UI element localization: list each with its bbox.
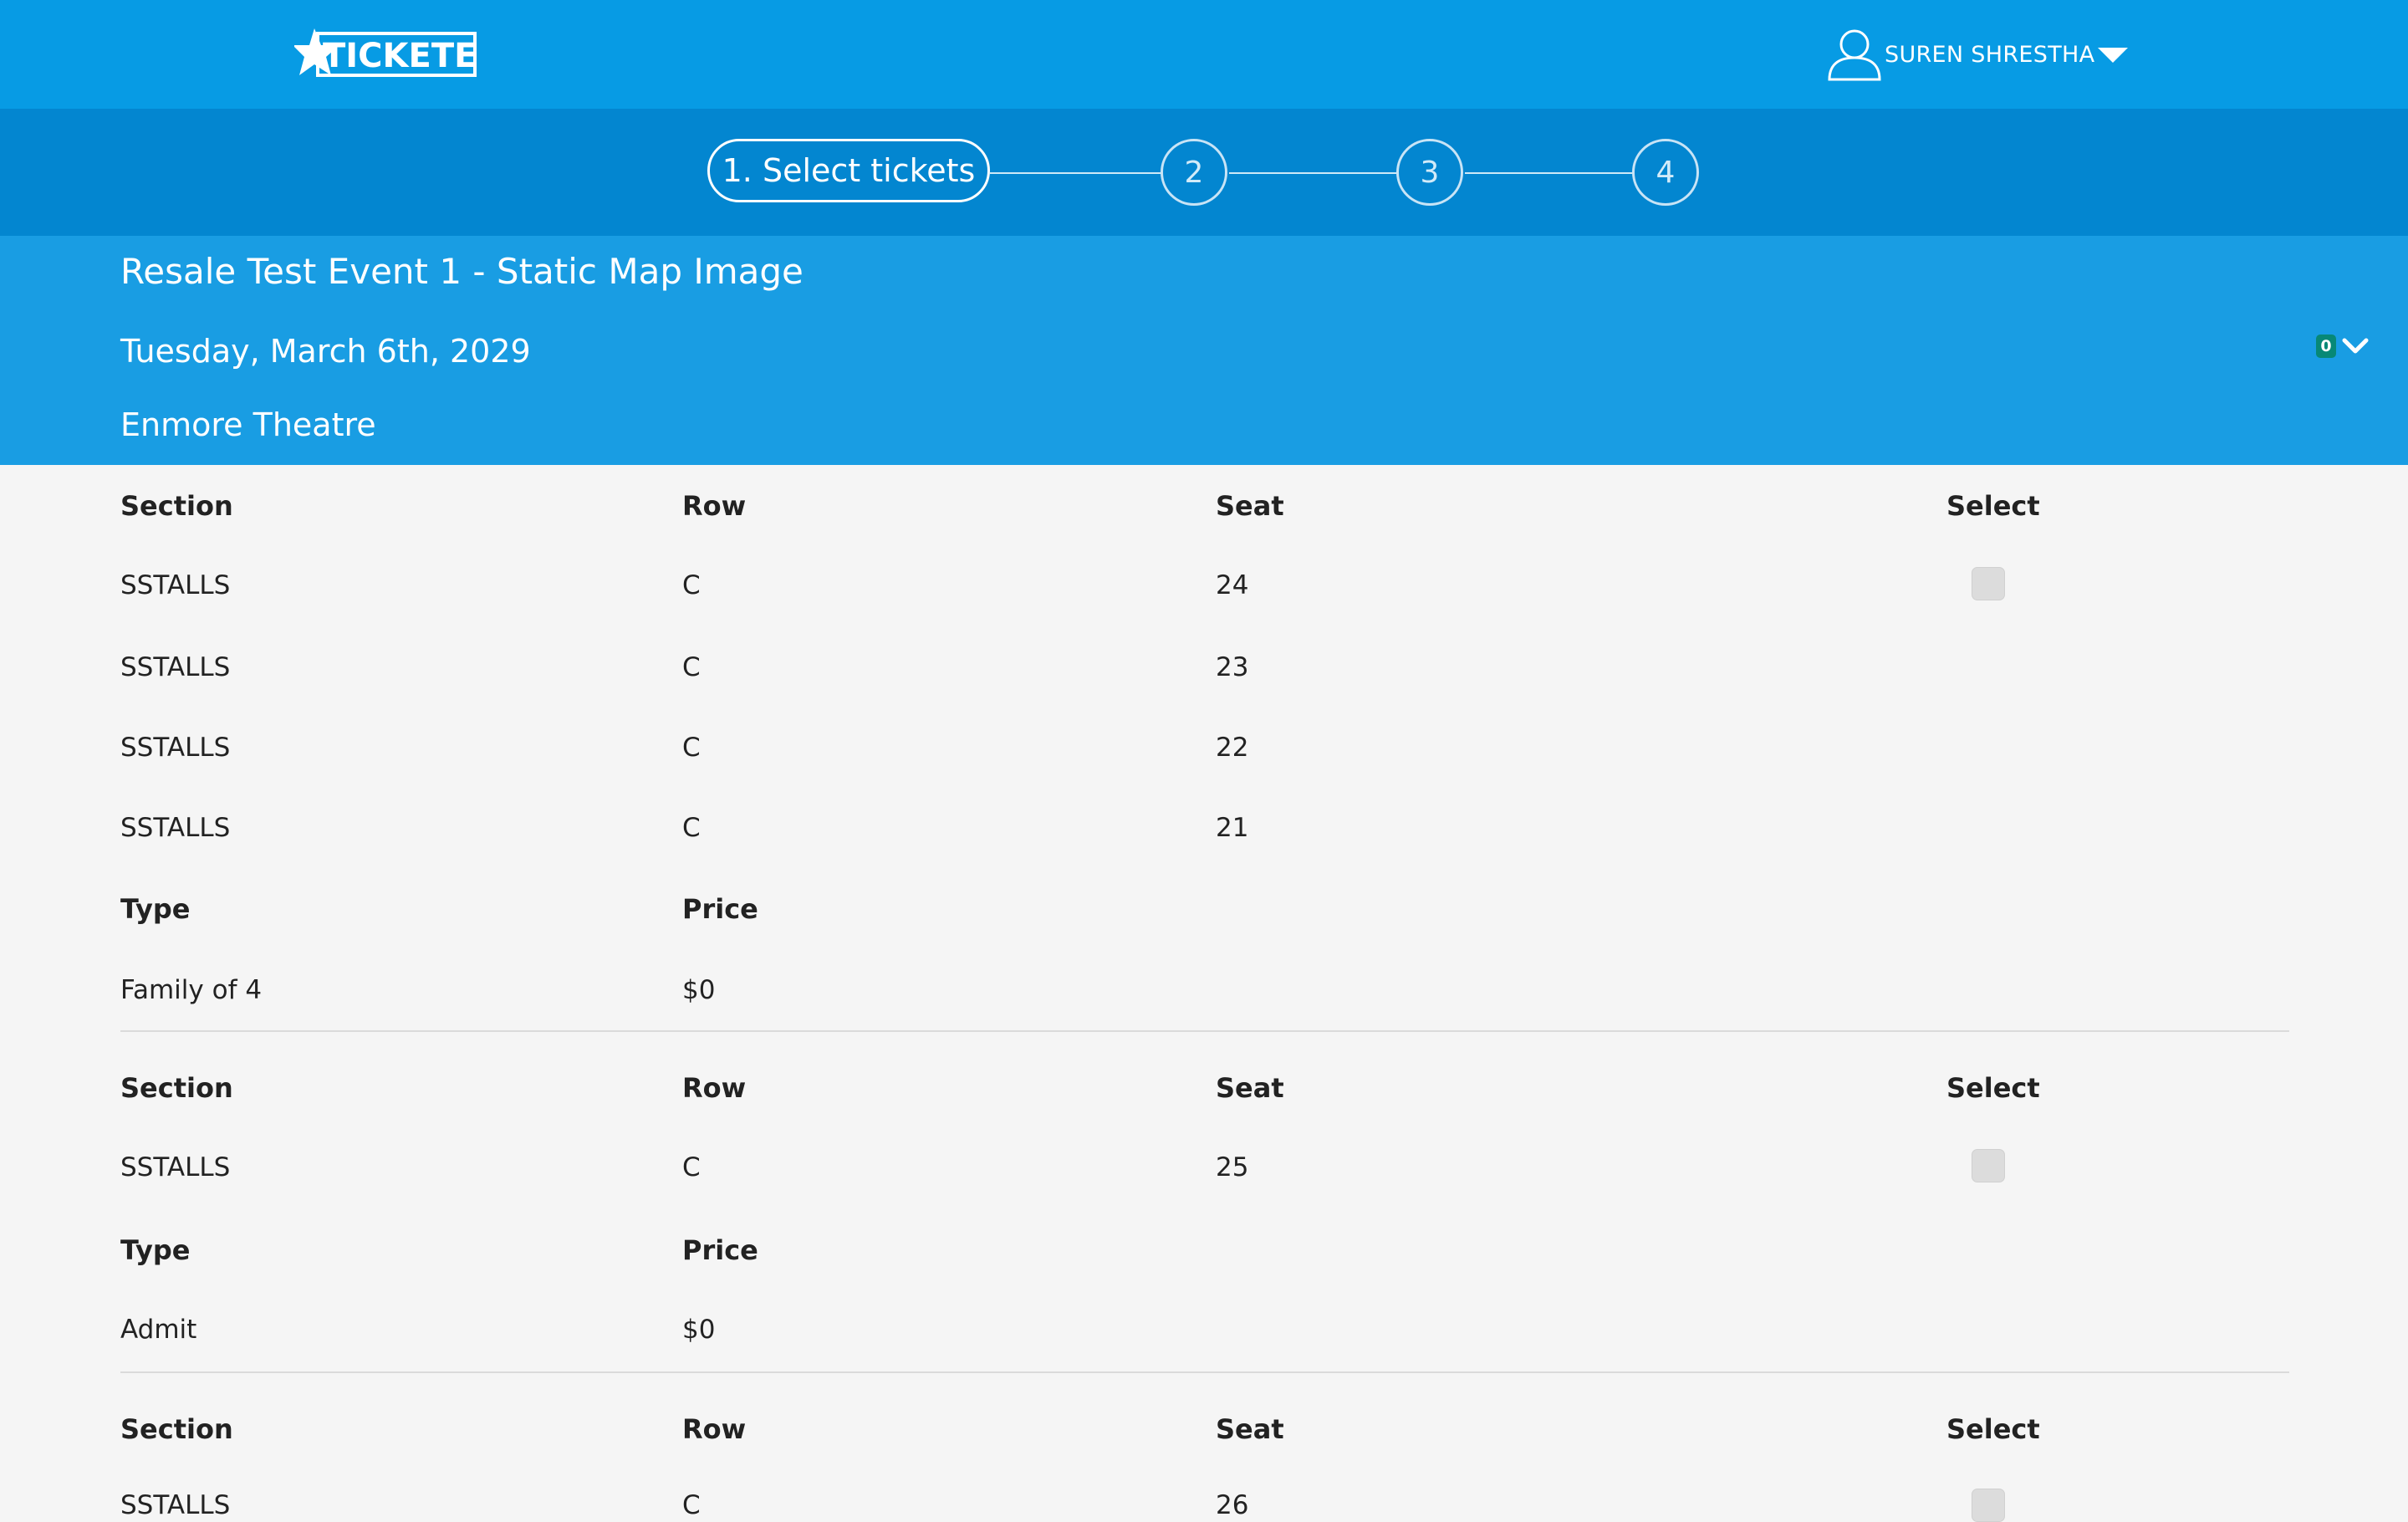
select-checkbox[interactable] (1972, 567, 2005, 600)
cell-row: C (682, 652, 701, 682)
listing-divider (120, 1371, 2289, 1373)
logo-text: TICKETEK (323, 37, 478, 75)
col-header-seat: Seat (1216, 490, 1284, 522)
user-name: SUREN SHRESTHA (1885, 41, 2095, 68)
step-connector (1465, 172, 1634, 174)
cell-section: SSTALLS (120, 1152, 231, 1182)
cart-count-badge: 0 (2316, 335, 2336, 358)
ticket-price: $0 (682, 1315, 716, 1345)
cell-row: C (682, 570, 701, 600)
step-select-tickets[interactable]: 1. Select tickets (707, 139, 990, 202)
listing-divider (120, 1030, 2289, 1032)
ticket-type: Family of 4 (120, 975, 263, 1005)
col-header-section: Section (120, 1072, 233, 1104)
cell-section: SSTALLS (120, 570, 231, 600)
step-connector (990, 172, 1162, 174)
event-date: Tuesday, March 6th, 2029 (120, 333, 531, 370)
cell-section: SSTALLS (120, 1490, 231, 1520)
col-header-price: Price (682, 1234, 758, 1266)
ticket-price: $0 (682, 975, 716, 1005)
step-2: 2 (1161, 139, 1227, 206)
col-header-section: Section (120, 1413, 233, 1445)
col-header-type: Type (120, 1234, 191, 1266)
cell-section: SSTALLS (120, 652, 231, 682)
event-title: Resale Test Event 1 - Static Map Image (120, 251, 804, 292)
cell-seat: 26 (1216, 1490, 1249, 1520)
caret-down-icon (2098, 48, 2129, 63)
cell-row: C (682, 1490, 701, 1520)
ticketek-logo[interactable]: TICKETEK (294, 15, 478, 94)
cell-section: SSTALLS (120, 733, 231, 763)
chevron-down-icon (2342, 338, 2369, 354)
step-4: 4 (1632, 139, 1699, 206)
select-checkbox[interactable] (1972, 1149, 2005, 1182)
col-header-price: Price (682, 893, 758, 925)
col-header-select: Select (1946, 1413, 2040, 1445)
col-header-select: Select (1946, 1072, 2040, 1104)
cart-toggle[interactable]: 0 (2316, 335, 2370, 358)
cell-row: C (682, 813, 701, 843)
col-header-row: Row (682, 1072, 747, 1104)
col-header-select: Select (1946, 490, 2040, 522)
col-header-seat: Seat (1216, 1413, 1284, 1445)
step-3: 3 (1396, 139, 1463, 206)
col-header-section: Section (120, 490, 233, 522)
user-icon (1828, 29, 1881, 81)
cell-seat: 22 (1216, 733, 1249, 763)
col-header-row: Row (682, 1413, 747, 1445)
ticket-type: Admit (120, 1315, 197, 1345)
cell-row: C (682, 733, 701, 763)
cell-seat: 21 (1216, 813, 1249, 843)
col-header-type: Type (120, 893, 191, 925)
cell-seat: 23 (1216, 652, 1249, 682)
col-header-seat: Seat (1216, 1072, 1284, 1104)
cell-row: C (682, 1152, 701, 1182)
event-venue: Enmore Theatre (120, 406, 376, 443)
cell-seat: 25 (1216, 1152, 1249, 1182)
top-header: TICKETEK SUREN SHRESTHA (0, 0, 2408, 109)
select-checkbox[interactable] (1972, 1489, 2005, 1522)
cell-section: SSTALLS (120, 813, 231, 843)
cell-seat: 24 (1216, 570, 1249, 600)
step-connector (1229, 172, 1398, 174)
col-header-row: Row (682, 490, 747, 522)
user-menu[interactable]: SUREN SHRESTHA (1826, 25, 2130, 84)
